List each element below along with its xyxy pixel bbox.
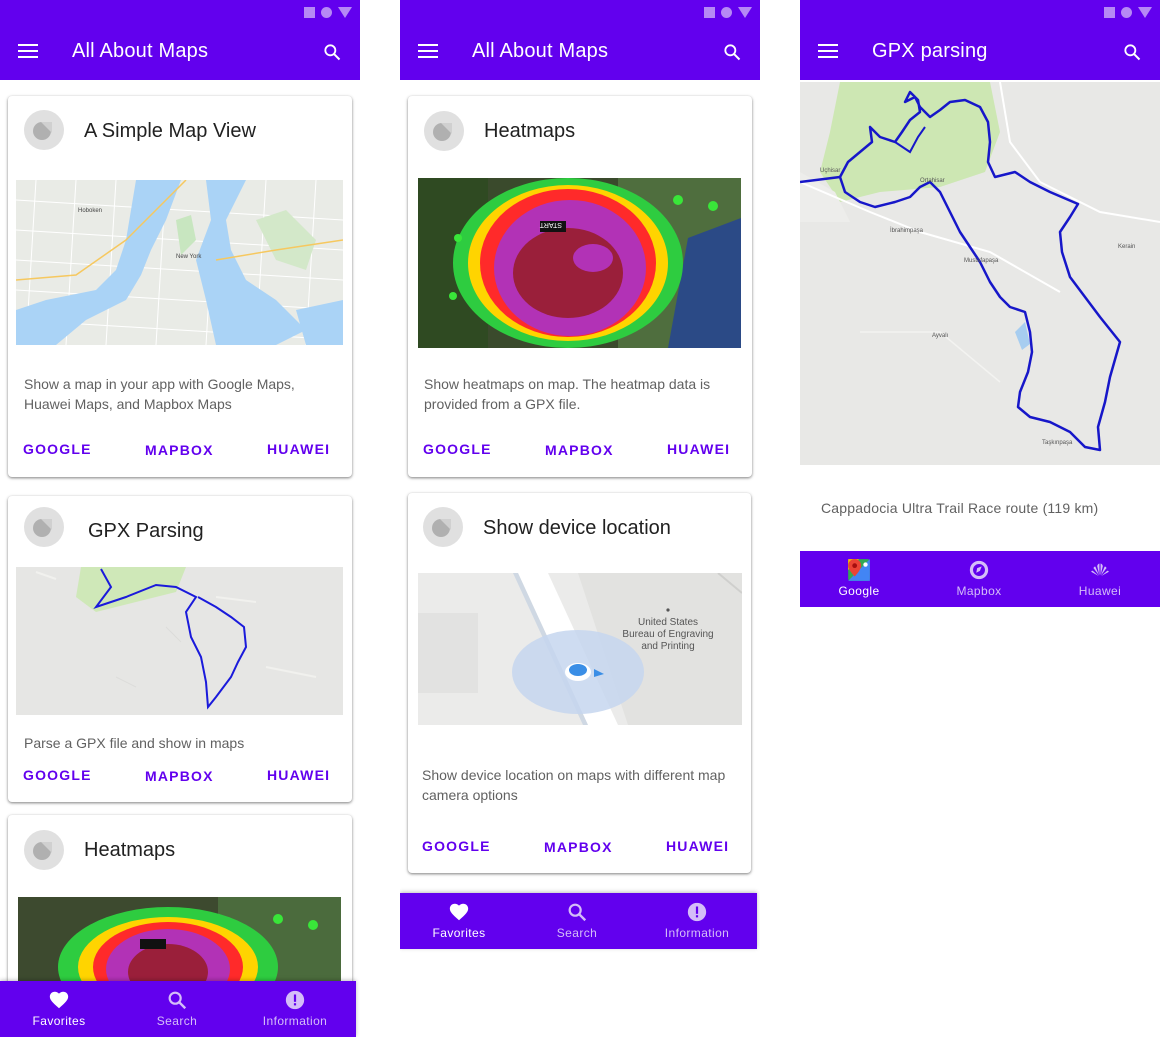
nav-favorites[interactable]: Favorites — [400, 893, 518, 949]
card-description: Show device location on maps with differ… — [422, 767, 726, 803]
map-label-hoboken: Hoboken — [78, 208, 102, 214]
mapbox-button[interactable]: MAPBOX — [544, 839, 613, 855]
card-description: Show a map in your app with Google Maps,… — [24, 376, 295, 412]
card-heatmaps: Heatmaps START Show heatmaps on map. The… — [408, 96, 752, 477]
map-label-new-york: New York — [176, 254, 202, 260]
map-image-new-york: Hoboken New York — [16, 180, 343, 345]
nav-information[interactable]: Information — [236, 981, 354, 1037]
gpx-route-map[interactable]: Ortahisar Mustafapaşa İbrahimpaşa Ayvalı… — [800, 81, 1160, 465]
card-description: Show heatmaps on map. The heatmap data i… — [424, 376, 711, 412]
app-title: All About Maps — [72, 40, 209, 62]
huawei-button[interactable]: HUAWEI — [267, 767, 330, 783]
nav-label: Search — [156, 1014, 198, 1028]
map-label-mustafapasa: Mustafapaşa — [964, 258, 999, 264]
bottom-navigation: Favorites Search Information — [0, 981, 356, 1037]
nav-google[interactable]: Google — [800, 551, 918, 607]
app-bar: All About Maps — [400, 0, 760, 80]
status-bar — [1104, 6, 1152, 18]
mapbox-button[interactable]: MAPBOX — [145, 442, 214, 458]
app-bar: All About Maps — [0, 0, 360, 80]
map-label-line: and Printing — [641, 641, 694, 652]
card-simple-map-view: A Simple Map View Hoboken New York Show … — [8, 96, 352, 477]
search-icon[interactable] — [722, 42, 742, 62]
google-button[interactable]: GOOGLE — [23, 441, 92, 457]
nav-label: Information — [664, 926, 730, 940]
menu-icon[interactable] — [418, 44, 438, 60]
card-title: Heatmaps — [84, 839, 176, 861]
screen-favorites-scrolled: All About Maps Heatmaps START Show heatm… — [400, 0, 760, 1037]
menu-icon[interactable] — [818, 44, 838, 60]
screen-favorites-list: A Simple Map View Hoboken New York Show … — [0, 0, 360, 1037]
heart-icon — [449, 903, 469, 921]
map-image-gpx-route — [16, 567, 343, 715]
status-bar — [304, 6, 352, 18]
card-title: Heatmaps — [484, 120, 576, 142]
nav-label: Huawei — [1078, 584, 1122, 598]
card-description: Parse a GPX file and show in maps — [24, 735, 245, 751]
card-avatar-icon — [424, 111, 464, 151]
map-label-uchisar: Uçhisar — [820, 168, 840, 174]
map-label-line: United States — [638, 617, 698, 628]
huawei-button[interactable]: HUAWEI — [666, 838, 729, 854]
nav-favorites[interactable]: Favorites — [0, 981, 118, 1037]
huawei-icon — [1091, 563, 1109, 576]
device-location-map-image: United States Bureau of Engraving and Pr… — [418, 573, 742, 725]
google-button[interactable]: GOOGLE — [23, 767, 92, 783]
nav-label: Google — [838, 584, 880, 598]
nav-huawei[interactable]: Huawei — [1041, 551, 1159, 607]
map-label-ortahisar: Ortahisar — [920, 178, 945, 184]
card-avatar-icon — [24, 110, 64, 150]
card-title: GPX Parsing — [88, 520, 204, 542]
nav-label: Favorites — [432, 926, 486, 940]
search-icon[interactable] — [1122, 42, 1142, 62]
info-icon — [687, 902, 707, 922]
nav-label: Favorites — [32, 1014, 86, 1028]
start-sign: START — [539, 221, 562, 228]
nav-label: Information — [262, 1014, 328, 1028]
bottom-navigation: Favorites Search Information — [400, 893, 757, 949]
nav-search[interactable]: Search — [518, 893, 636, 949]
map-label-taskinpasa: Taşkınpaşa — [1042, 440, 1073, 446]
huawei-button[interactable]: HUAWEI — [667, 441, 730, 457]
card-title: Show device location — [483, 517, 671, 539]
google-button[interactable]: GOOGLE — [422, 838, 491, 854]
card-avatar-icon — [423, 507, 463, 547]
bottom-navigation: Google Mapbox Huawei — [800, 551, 1160, 607]
route-caption: Cappadocia Ultra Trail Race route (119 k… — [821, 500, 1099, 516]
heatmap-image: START — [418, 178, 741, 348]
mapbox-icon — [969, 560, 989, 580]
map-label-ayvali: Ayvalı — [932, 333, 949, 339]
nav-search[interactable]: Search — [118, 981, 236, 1037]
map-label-kerain: Kerain — [1118, 244, 1135, 250]
screen-gpx-parsing: GPX parsing Ortahisar Mustafapaşa İbrahi… — [800, 0, 1160, 1037]
card-gpx-parsing: GPX Parsing Parse a GPX file and show in… — [8, 496, 352, 802]
google-button[interactable]: GOOGLE — [423, 441, 492, 457]
map-label-line: Bureau of Engraving — [622, 629, 713, 640]
menu-icon[interactable] — [18, 44, 38, 60]
card-title: A Simple Map View — [84, 120, 256, 142]
google-maps-icon — [848, 559, 870, 581]
mapbox-button[interactable]: MAPBOX — [545, 442, 614, 458]
search-icon — [568, 903, 587, 922]
search-icon[interactable] — [322, 42, 342, 62]
card-avatar-icon — [24, 830, 64, 870]
app-bar: GPX parsing — [800, 0, 1160, 80]
map-label-ibrahimpasa: İbrahimpaşa — [890, 227, 924, 234]
nav-information[interactable]: Information — [638, 893, 756, 949]
app-title: All About Maps — [472, 40, 609, 62]
heart-icon — [49, 991, 69, 1009]
app-title: GPX parsing — [872, 40, 988, 62]
status-bar — [704, 6, 752, 18]
info-icon — [285, 990, 305, 1010]
card-show-device-location: Show device location United States Burea… — [408, 493, 751, 873]
search-icon — [168, 991, 187, 1010]
nav-label: Search — [556, 926, 598, 940]
huawei-button[interactable]: HUAWEI — [267, 441, 330, 457]
nav-label: Mapbox — [956, 584, 1002, 598]
nav-mapbox[interactable]: Mapbox — [920, 551, 1038, 607]
mapbox-button[interactable]: MAPBOX — [145, 768, 214, 784]
card-avatar-icon — [24, 507, 64, 547]
